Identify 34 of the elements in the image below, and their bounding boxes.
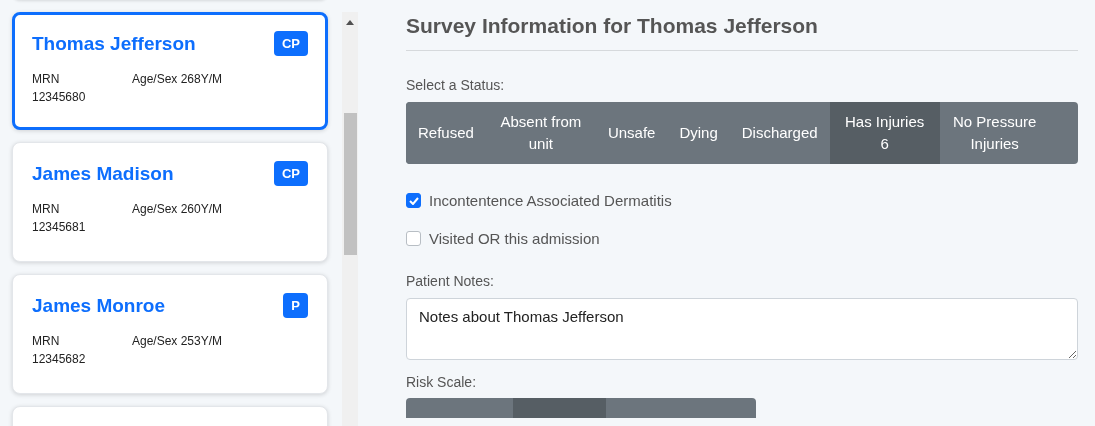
patient-name: James Monroe [32, 294, 166, 317]
status-badge: CP [273, 31, 308, 56]
status-label: Select a Status: [406, 77, 506, 93]
patient-card[interactable]: Thomas Jefferson CP MRN Age/Sex 268Y/M 12345680 [12, 12, 328, 130]
scroll-up-icon[interactable] [346, 20, 354, 25]
patient-name: Thomas Jefferson [32, 32, 196, 55]
mrn-value: 12345681 [32, 220, 87, 234]
risk-option[interactable] [513, 398, 606, 418]
checkbox[interactable] [406, 231, 421, 246]
survey-title: Survey Information for Thomas Jefferson [406, 14, 1078, 51]
mrn-label: MRN [32, 202, 61, 216]
patient-name: James Madison [32, 162, 174, 185]
scrollbar[interactable] [342, 12, 358, 426]
notes-field[interactable]: Notes about Thomas Jefferson [406, 298, 1078, 360]
checkbox-label: Visited OR this admission [429, 230, 600, 247]
status-badge: P [283, 293, 308, 318]
notes-label: Patient Notes: [406, 273, 495, 289]
mrn-label: MRN [32, 334, 61, 348]
status-option[interactable]: Has Injuries 6 [829, 102, 940, 164]
age-sex-text: Age/Sex 253Y/M [132, 334, 224, 348]
status-badge: CP [273, 161, 308, 186]
risk-option[interactable] [606, 398, 756, 418]
scrollbar-thumb[interactable] [343, 113, 357, 255]
age-sex-text: Age/Sex 268Y/M [132, 72, 224, 86]
mrn-value: 12345682 [32, 352, 87, 366]
patient-card[interactable]: James Madison CP MRN Age/Sex 260Y/M 12345681 [12, 142, 328, 262]
mrn-value: 12345680 [32, 90, 87, 104]
checkbox-label: Incontentence Associated Dermatitis [429, 192, 672, 209]
risk-label: Risk Scale: [406, 374, 478, 390]
mrn-label: MRN [32, 72, 61, 86]
risk-option[interactable] [406, 398, 513, 418]
checkbox[interactable] [406, 193, 421, 208]
patient-card[interactable]: James Monroe P MRN Age/Sex 253Y/M 12345682 [12, 274, 328, 394]
age-sex-text: Age/Sex 260Y/M [132, 202, 224, 216]
